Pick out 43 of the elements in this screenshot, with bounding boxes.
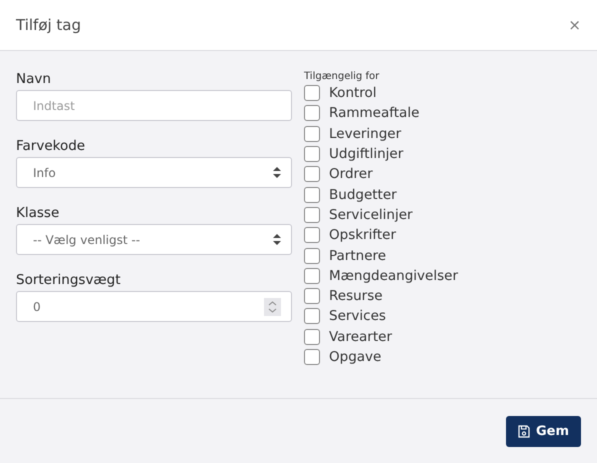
spinner-icon[interactable] xyxy=(264,298,281,316)
checkbox-label: Kontrol xyxy=(329,85,377,102)
checkbox-label: Budgetter xyxy=(329,186,397,203)
checkbox-label: Rammeaftale xyxy=(329,105,420,122)
checkbox[interactable] xyxy=(304,166,320,182)
input-field[interactable]: Indtast xyxy=(16,90,292,121)
checkbox[interactable] xyxy=(304,146,320,162)
select-field[interactable]: -- Vælg venligst -- xyxy=(16,224,292,255)
checkbox-label: Resurse xyxy=(329,288,383,304)
checkbox-label: Partnere xyxy=(329,248,386,264)
close-button[interactable]: × xyxy=(564,16,585,34)
caret-icon xyxy=(273,234,281,245)
field-label: Sorteringsvægt xyxy=(16,272,122,288)
checkbox[interactable] xyxy=(304,105,320,122)
number-field[interactable]: 0 xyxy=(16,291,292,322)
checkbox-label: Opskrifter xyxy=(329,227,396,244)
field-label: Klasse xyxy=(16,205,60,221)
checkbox[interactable] xyxy=(304,126,320,142)
checkbox[interactable] xyxy=(304,85,320,102)
checkbox-label: Varearter xyxy=(329,328,392,345)
checkbox[interactable] xyxy=(304,328,320,345)
group-label: Tilgængelig for xyxy=(304,71,380,82)
checkbox-label: Udgiftlinjer xyxy=(329,146,404,162)
checkbox-label: Leveringer xyxy=(329,126,402,142)
field-label: Navn xyxy=(16,71,52,87)
checkbox-label: Ordrer xyxy=(329,166,373,182)
save-button[interactable]: Gem xyxy=(506,416,581,446)
checkbox[interactable] xyxy=(304,288,320,304)
checkbox[interactable] xyxy=(304,227,320,244)
checkbox[interactable] xyxy=(304,308,320,324)
checkbox[interactable] xyxy=(304,186,320,203)
checkbox[interactable] xyxy=(304,248,320,264)
field-label: Farvekode xyxy=(16,138,86,154)
checkbox[interactable] xyxy=(304,268,320,284)
checkbox-label: Opgave xyxy=(329,349,382,365)
checkbox[interactable] xyxy=(304,206,320,223)
caret-icon xyxy=(273,167,281,178)
checkbox[interactable] xyxy=(304,349,320,365)
checkbox-label: Services xyxy=(329,308,386,324)
checkbox-label: Servicelinjer xyxy=(329,206,413,223)
dialog-title: Tilføj tag xyxy=(16,16,82,34)
select-field[interactable]: Info xyxy=(16,157,292,188)
checkbox-label: Mængdeangivelser xyxy=(329,268,458,284)
